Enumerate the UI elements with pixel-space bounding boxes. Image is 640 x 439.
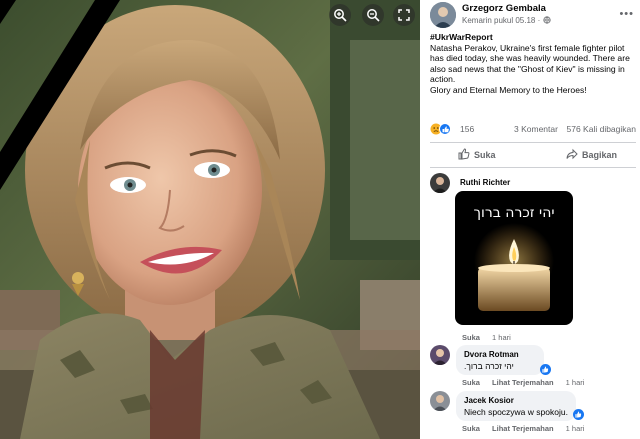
photo-viewer xyxy=(0,0,420,439)
comment-like-link[interactable]: Suka xyxy=(462,378,480,387)
commenter-name[interactable]: Ruthi Richter xyxy=(460,178,510,187)
memorial-candle-icon xyxy=(474,223,554,311)
reaction-count[interactable]: 156 xyxy=(460,124,474,134)
comment-actions: Suka Lihat Terjemahan 1 hari xyxy=(462,378,594,387)
divider xyxy=(430,167,636,168)
share-label: Bagikan xyxy=(582,150,618,160)
share-count[interactable]: 576 Kali dibagikan xyxy=(567,124,636,134)
globe-icon xyxy=(542,16,551,24)
comment-like-link[interactable]: Suka xyxy=(462,333,480,342)
like-label: Suka xyxy=(474,150,496,160)
comment-reaction-badge[interactable] xyxy=(540,364,551,375)
fullscreen-button[interactable] xyxy=(393,4,415,26)
zoom-out-icon xyxy=(367,9,380,22)
comment-image-text: יהי זכרה ברוך xyxy=(473,205,555,221)
comment-time[interactable]: 1 hari xyxy=(566,424,585,433)
thumbs-up-icon xyxy=(575,411,582,418)
comment-item: Dvora Rotman יהי זכרה ברוך. Suka Lihat T… xyxy=(430,345,636,390)
zoom-in-icon xyxy=(334,9,347,22)
comment-actions: Suka 1 hari xyxy=(462,333,521,342)
post-body-line: Natasha Perakov, Ukraine's first female … xyxy=(430,42,625,53)
mourning-ribbon xyxy=(0,0,120,190)
comment-time[interactable]: 1 hari xyxy=(566,378,585,387)
commenter-avatar[interactable] xyxy=(430,391,450,411)
see-translation-link[interactable]: Lihat Terjemahan xyxy=(492,424,554,433)
post-meta: Kemarin pukul 05.18 · xyxy=(462,16,551,25)
more-options-button[interactable]: ••• xyxy=(619,8,634,20)
like-button[interactable]: Suka xyxy=(458,148,496,164)
comment-text: Niech spoczywa w spokoju. xyxy=(464,407,568,417)
commenter-avatar[interactable] xyxy=(430,345,450,365)
author-name[interactable]: Grzegorz Gembala xyxy=(462,3,546,14)
thumbs-up-icon xyxy=(458,148,470,160)
divider xyxy=(430,142,636,143)
zoom-in-button[interactable] xyxy=(329,4,351,26)
post-text: #UkrWarReport Natasha Perakov, Ukraine's… xyxy=(430,32,636,96)
post-header: Grzegorz Gembala Kemarin pukul 05.18 · •… xyxy=(430,2,640,28)
share-button[interactable]: Bagikan xyxy=(566,148,617,164)
comment-reaction-badge[interactable] xyxy=(573,409,584,420)
comment-like-link[interactable]: Suka xyxy=(462,424,480,433)
more-horizontal-icon: ••• xyxy=(619,8,634,20)
post-actions: Suka Bagikan xyxy=(430,145,636,165)
post-body-line: action. xyxy=(430,74,456,85)
commenter-name[interactable]: Dvora Rotman xyxy=(464,350,519,359)
zoom-out-button[interactable] xyxy=(362,4,384,26)
comment-count[interactable]: 3 Komentar xyxy=(514,124,558,134)
reaction-icons[interactable] xyxy=(430,123,454,135)
comment-item: Jacek Kosior Niech spoczywa w spokoju. S… xyxy=(430,391,636,436)
post-stats: 156 3 Komentar 576 Kali dibagikan xyxy=(430,122,636,136)
post-body-line: has died today, she was heavily wounded.… xyxy=(430,53,630,64)
comment-bubble: Dvora Rotman יהי זכרה ברוך. xyxy=(456,345,544,375)
comment-bubble: Jacek Kosior Niech spoczywa w spokoju. xyxy=(456,391,576,421)
see-translation-link[interactable]: Lihat Terjemahan xyxy=(492,378,554,387)
fullscreen-icon xyxy=(398,9,410,21)
post-body-line: Glory and Eternal Memory to the Heroes! xyxy=(430,84,587,95)
hashtag-link[interactable]: #UkrWarReport xyxy=(430,32,636,43)
share-arrow-icon xyxy=(566,148,578,160)
comment-actions: Suka Lihat Terjemahan 1 hari xyxy=(462,424,594,433)
author-avatar[interactable] xyxy=(430,2,456,28)
comment-time[interactable]: 1 hari xyxy=(492,333,511,342)
commenter-name[interactable]: Jacek Kosior xyxy=(464,396,514,405)
post-timestamp[interactable]: Kemarin pukul 05.18 xyxy=(462,16,535,25)
thumbs-up-icon xyxy=(542,366,549,373)
post-body-line: also sad news that the "Ghost of Kiev" i… xyxy=(430,63,625,74)
comment-image[interactable]: יהי זכרה ברוך xyxy=(455,191,573,325)
commenter-avatar[interactable] xyxy=(430,173,450,193)
comment-text: יהי זכרה ברוך. xyxy=(464,361,514,371)
